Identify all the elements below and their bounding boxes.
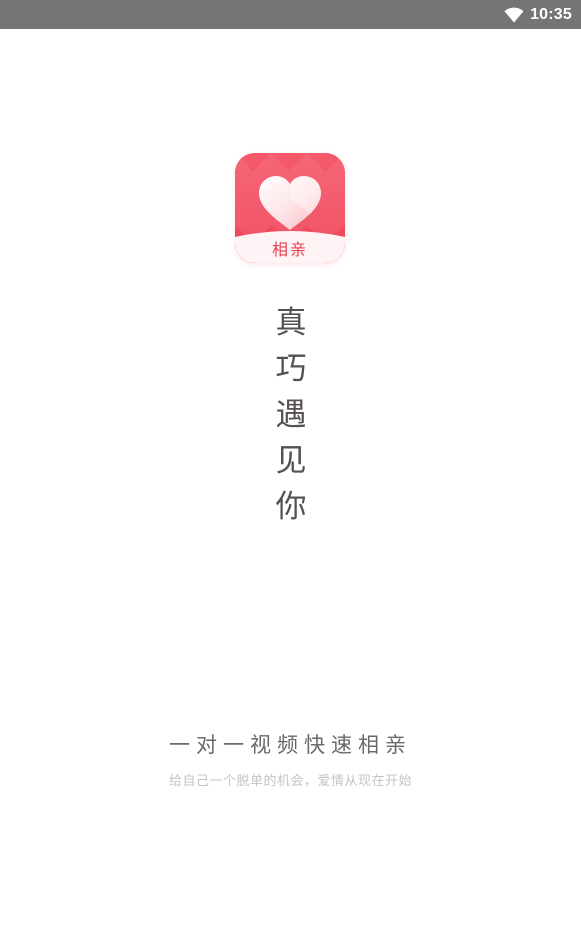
status-time: 10:35 xyxy=(530,5,572,23)
app-logo-label: 相亲 xyxy=(271,240,308,259)
slogan-vertical: 真 巧 遇 见 你 xyxy=(268,300,314,530)
slogan-char: 遇 xyxy=(275,397,307,433)
subtitle: 给自己一个脱单的机会，爱情从现在开始 xyxy=(168,774,412,789)
slogan-char: 巧 xyxy=(275,351,307,387)
wifi-icon xyxy=(504,7,524,22)
slogan-char: 真 xyxy=(275,305,307,341)
slogan-char: 见 xyxy=(275,443,307,479)
app-logo: 相亲 xyxy=(235,153,345,263)
status-bar-right: 10:35 xyxy=(504,0,572,29)
splash-screen: 10:35 相亲 真 巧 遇 见 你 一对一视频快速相亲 给自己一个脱单的机会，… xyxy=(0,0,581,930)
status-bar: 10:35 xyxy=(0,0,581,29)
slogan-char: 你 xyxy=(275,489,307,525)
tagline: 一对一视频快速相亲 xyxy=(169,733,412,757)
